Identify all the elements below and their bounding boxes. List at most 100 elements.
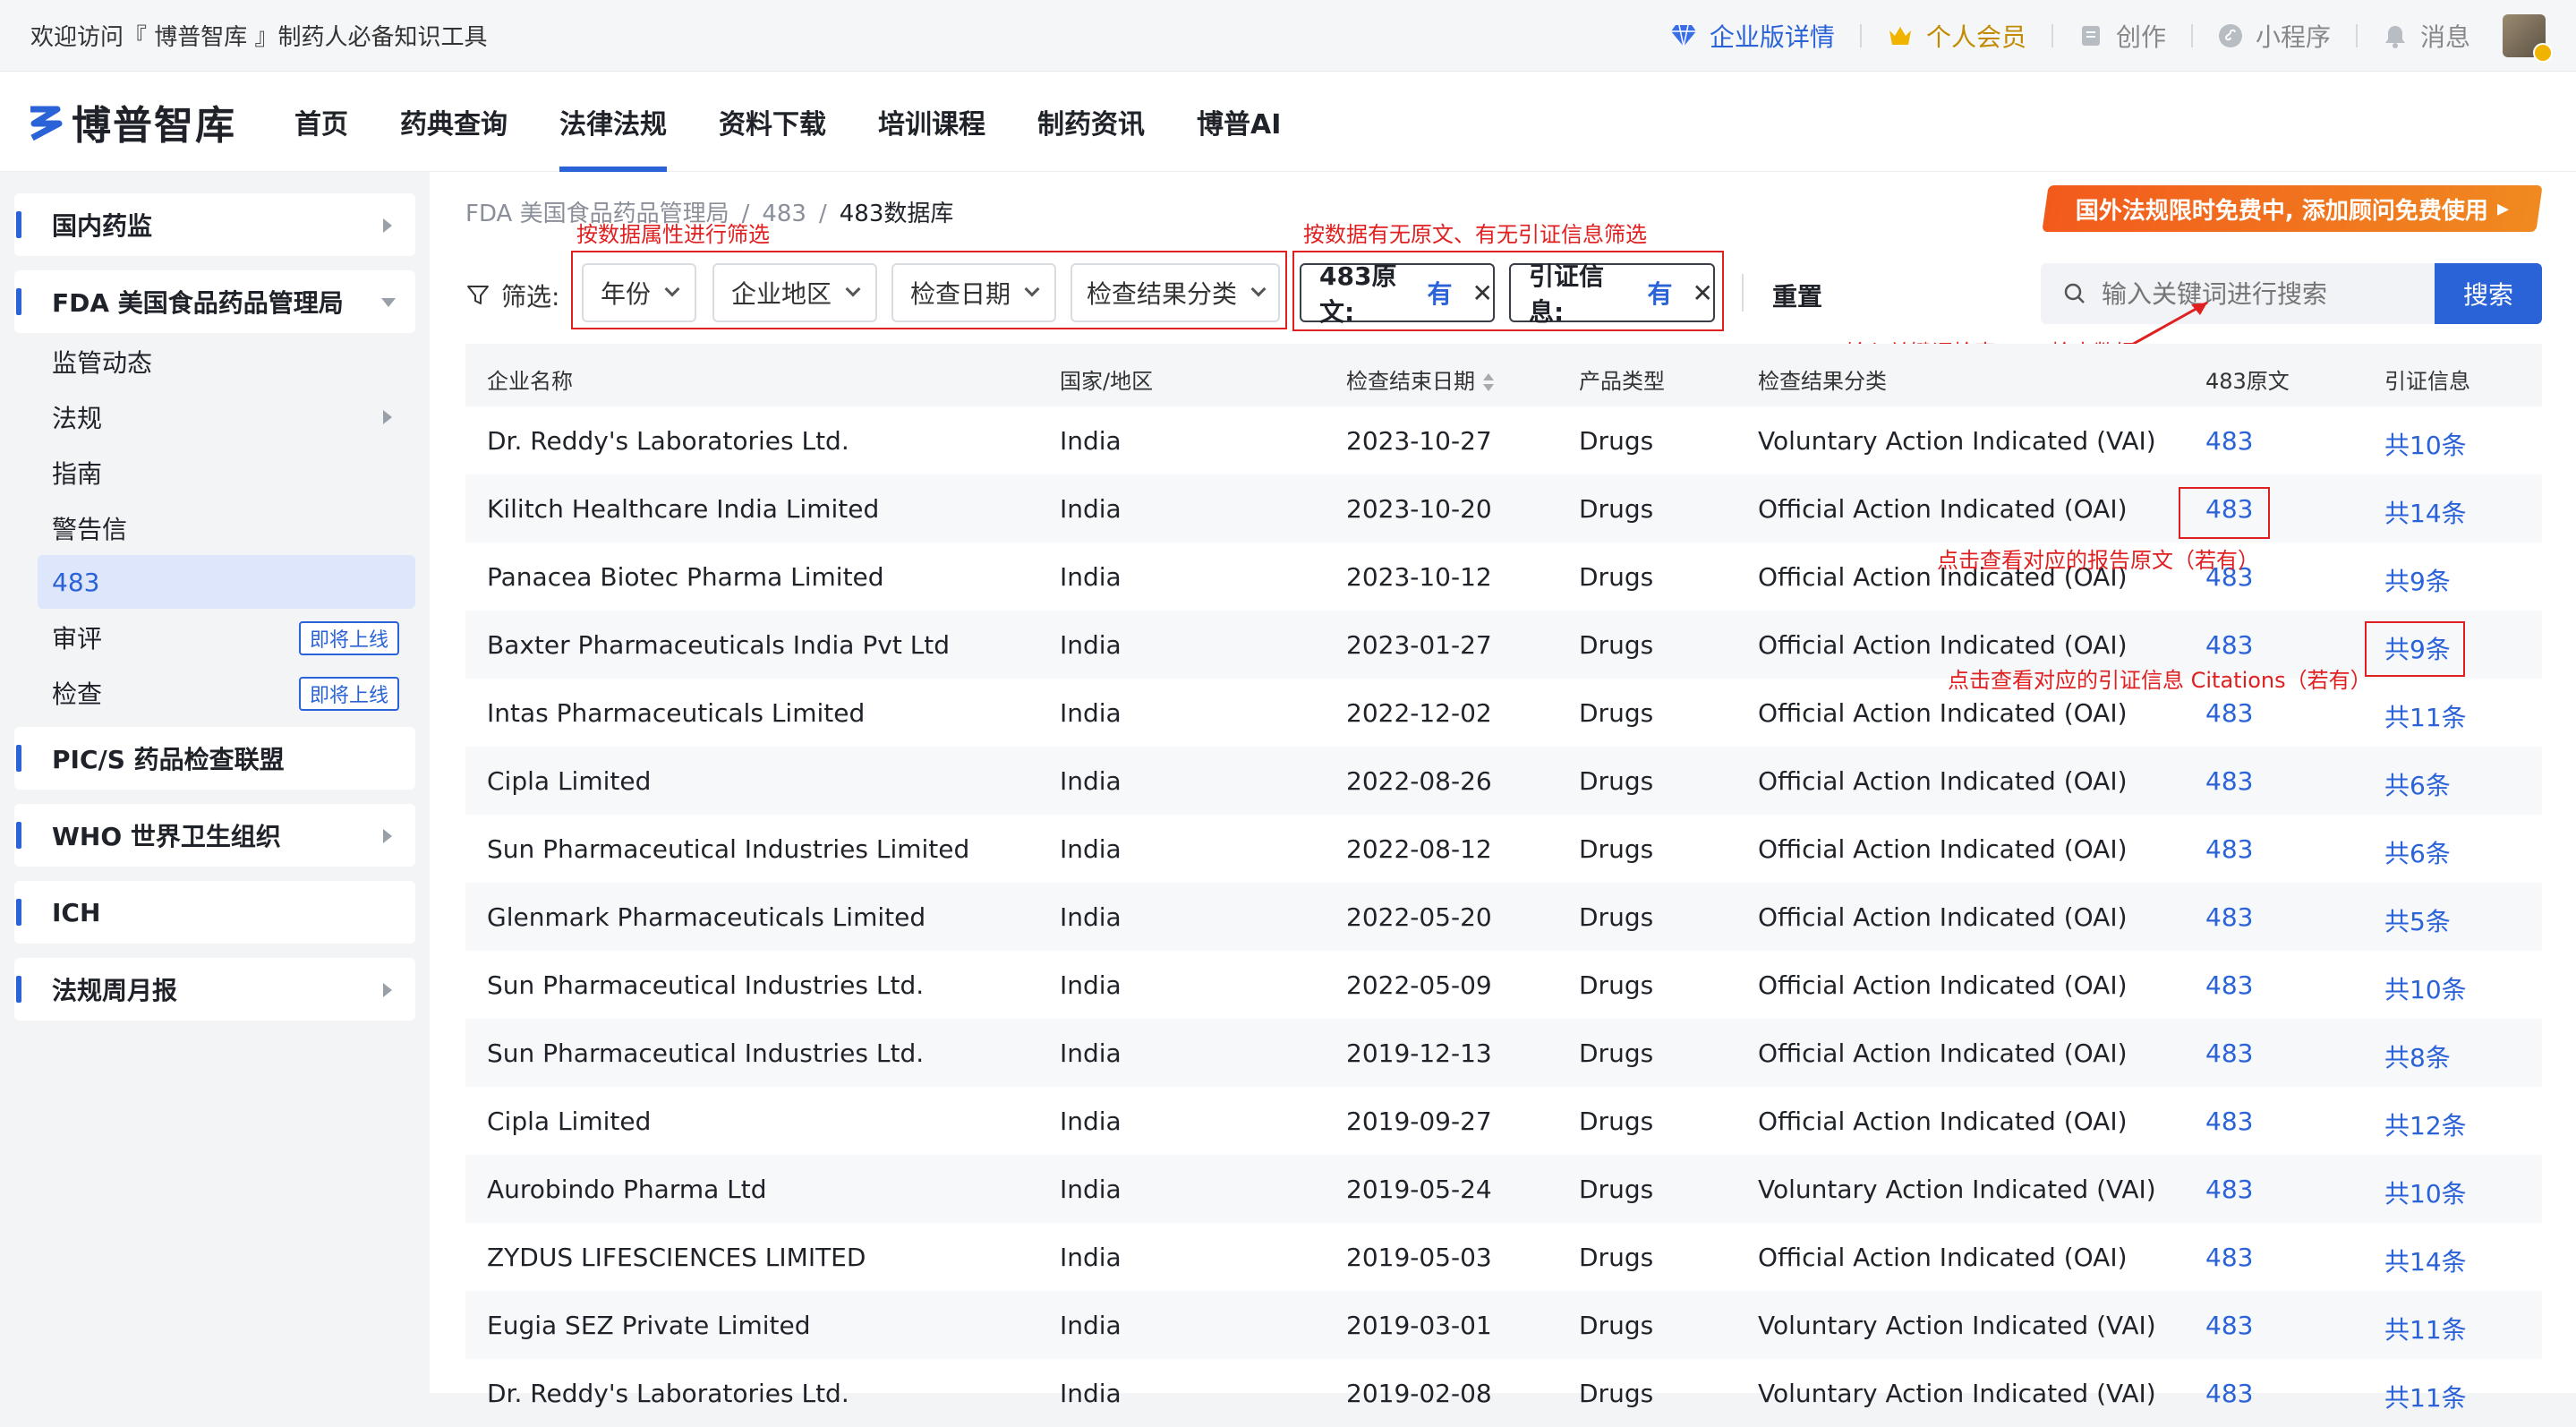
- table-row[interactable]: Sun Pharmaceutical Industries Ltd. India 2…: [465, 951, 2542, 1019]
- inspection-date-cell: 2023-10-20: [1346, 494, 1492, 524]
- table-row[interactable]: Sun Pharmaceutical Industries Ltd. India 2…: [465, 1019, 2542, 1087]
- inspection-date-cell: 2019-09-27: [1346, 1107, 1492, 1136]
- inspection-date-cell: 2019-05-03: [1346, 1243, 1492, 1272]
- table-row[interactable]: Cipla Limited India 2022-08-26 Drugs Officia…: [465, 747, 2542, 815]
- result-cell: Official Action Indicated (OAI): [1758, 834, 2128, 864]
- sidebar: 国内药监 FDA 美国食品药品管理局 监管动态 法规 指南 警告信 483 审评…: [0, 172, 430, 1393]
- report-483-link[interactable]: 483: [2205, 970, 2253, 1000]
- nav-ai[interactable]: 博普AI: [1197, 72, 1281, 172]
- divider: [2051, 23, 2053, 47]
- report-483-link[interactable]: 483: [2205, 1311, 2253, 1340]
- report-483-link[interactable]: 483: [2205, 1243, 2253, 1272]
- citations-link[interactable]: 共8条: [2384, 1038, 2451, 1074]
- company-cell: Sun Pharmaceutical Industries Limited: [487, 834, 970, 864]
- citations-link[interactable]: 共6条: [2384, 834, 2451, 870]
- sidebar-item-who[interactable]: WHO 世界卫生组织: [14, 804, 415, 867]
- sidebar-item-483[interactable]: 483: [38, 555, 415, 609]
- nav-home[interactable]: 首页: [294, 72, 348, 172]
- company-cell: Intas Pharmaceuticals Limited: [487, 698, 866, 728]
- reset-button[interactable]: 重置: [1772, 278, 1822, 313]
- sidebar-item-label: PIC/S 药品检查联盟: [52, 745, 285, 774]
- citations-link[interactable]: 共10条: [2384, 970, 2467, 1006]
- annotation-box: [2179, 487, 2270, 539]
- logo[interactable]: 博普智库: [27, 93, 236, 150]
- member-link[interactable]: 个人会员: [1887, 18, 2026, 54]
- result-cell: Voluntary Action Indicated (VAI): [1758, 1379, 2156, 1408]
- column-header: 检查结果分类: [1758, 369, 1887, 394]
- nav-downloads[interactable]: 资料下载: [719, 72, 826, 172]
- country-cell: India: [1060, 834, 1122, 864]
- citations-link[interactable]: 共12条: [2384, 1107, 2467, 1142]
- sidebar-item-fda[interactable]: FDA 美国食品药品管理局: [14, 270, 415, 333]
- citations-link[interactable]: 共11条: [2384, 1379, 2467, 1414]
- search-button[interactable]: 搜索: [2435, 263, 2542, 324]
- nav-news[interactable]: 制药资讯: [1037, 72, 1145, 172]
- company-cell: Cipla Limited: [487, 766, 652, 796]
- citations-link[interactable]: 共6条: [2384, 766, 2451, 802]
- chevron-right-icon: [383, 218, 392, 233]
- create-link[interactable]: 创作: [2078, 18, 2166, 54]
- sidebar-item-regulations[interactable]: 法规: [38, 390, 415, 444]
- table-row[interactable]: ZYDUS LIFESCIENCES LIMITED India 2019-05-0…: [465, 1223, 2542, 1291]
- avatar[interactable]: [2503, 13, 2553, 63]
- nav-regulations[interactable]: 法律法规: [559, 72, 667, 172]
- report-483-link[interactable]: 483: [2205, 1038, 2253, 1068]
- report-483-link[interactable]: 483: [2205, 426, 2253, 456]
- country-cell: India: [1060, 970, 1122, 1000]
- citations-link[interactable]: 共9条: [2384, 562, 2451, 598]
- report-483-link[interactable]: 483: [2205, 1175, 2253, 1204]
- annotation-text: 按数据有无原文、有无引证信息筛选: [1303, 222, 1647, 247]
- report-483-link[interactable]: 483: [2205, 766, 2253, 796]
- sidebar-item-inspection[interactable]: 检查 即将上线: [38, 666, 415, 720]
- nav-training[interactable]: 培训课程: [878, 72, 985, 172]
- report-483-link[interactable]: 483: [2205, 902, 2253, 932]
- report-483-link[interactable]: 483: [2205, 1107, 2253, 1136]
- table-row[interactable]: Glenmark Pharmaceuticals Limited India 202…: [465, 883, 2542, 951]
- table-row[interactable]: Aurobindo Pharma Ltd India 2019-05-24 Drugs…: [465, 1155, 2542, 1223]
- table-row[interactable]: Sun Pharmaceutical Industries Limited Ind…: [465, 815, 2542, 883]
- report-483-link[interactable]: 483: [2205, 630, 2253, 660]
- annotation-text: 按数据属性进行筛选: [576, 222, 770, 247]
- table-row[interactable]: Dr. Reddy's Laboratories Ltd. India 2023-1…: [465, 406, 2542, 474]
- sidebar-item-domestic[interactable]: 国内药监: [14, 193, 415, 256]
- table-row[interactable]: Dr. Reddy's Laboratories Ltd. India 2019-0…: [465, 1359, 2542, 1427]
- report-483-link[interactable]: 483: [2205, 698, 2253, 728]
- citations-link[interactable]: 共11条: [2384, 698, 2467, 734]
- sidebar-item-weekly[interactable]: 法规周月报: [14, 958, 415, 1021]
- sidebar-item-label: 指南: [52, 459, 103, 489]
- result-cell: Official Action Indicated (OAI): [1758, 1107, 2128, 1136]
- citations-link[interactable]: 共14条: [2384, 1243, 2467, 1278]
- citations-link[interactable]: 共10条: [2384, 1175, 2467, 1210]
- sidebar-item-ich[interactable]: ICH: [14, 881, 415, 944]
- sidebar-item-monitoring[interactable]: 监管动态: [38, 335, 415, 389]
- report-483-link[interactable]: 483: [2205, 834, 2253, 864]
- diamond-icon: [1670, 24, 1696, 47]
- column-header: 国家/地区: [1060, 369, 1154, 394]
- inspection-date-cell: 2022-08-12: [1346, 834, 1492, 864]
- citations-link[interactable]: 共11条: [2384, 1311, 2467, 1346]
- table-row[interactable]: Eugia SEZ Private Limited India 2019-03-01…: [465, 1291, 2542, 1359]
- citations-link[interactable]: 共10条: [2384, 426, 2467, 462]
- sidebar-item-pics[interactable]: PIC/S 药品检查联盟: [14, 727, 415, 790]
- country-cell: India: [1060, 630, 1122, 660]
- nav-pharmacopoeia[interactable]: 药典查询: [400, 72, 508, 172]
- report-483-link[interactable]: 483: [2205, 1379, 2253, 1408]
- sidebar-item-guidance[interactable]: 指南: [38, 446, 415, 500]
- sidebar-item-warning-letters[interactable]: 警告信: [38, 501, 415, 555]
- inspection-date-cell: 2019-02-08: [1346, 1379, 1492, 1408]
- messages-link[interactable]: 消息: [2383, 18, 2470, 54]
- enterprise-link[interactable]: 企业版详情: [1670, 18, 1835, 54]
- sidebar-item-label: 483: [52, 567, 100, 597]
- divider: [2190, 23, 2193, 47]
- inspection-date-cell: 2019-12-13: [1346, 1038, 1492, 1068]
- promo-banner[interactable]: 国外法规限时免费中, 添加顾问免费使用 ▸: [2042, 185, 2543, 232]
- miniprogram-link[interactable]: 小程序: [2218, 18, 2331, 54]
- column-header-sortable[interactable]: 检查结束日期: [1346, 363, 1495, 395]
- citations-link[interactable]: 共14条: [2384, 494, 2467, 530]
- product-type-cell: Drugs: [1579, 1379, 1654, 1408]
- sidebar-item-label: 法规: [52, 404, 103, 433]
- citations-link[interactable]: 共5条: [2384, 902, 2451, 938]
- sidebar-item-review[interactable]: 审评 即将上线: [38, 611, 415, 664]
- column-header-label: 检查结束日期: [1346, 369, 1475, 394]
- table-row[interactable]: Cipla Limited India 2019-09-27 Drugs Officia…: [465, 1087, 2542, 1155]
